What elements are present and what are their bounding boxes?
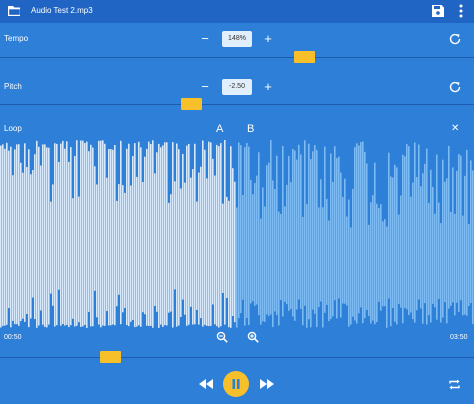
pitch-value-field[interactable]: -2.50 bbox=[222, 79, 252, 95]
play-pause-button[interactable] bbox=[223, 371, 249, 397]
zoom-out-icon[interactable] bbox=[216, 331, 228, 343]
folder-open-icon[interactable] bbox=[8, 5, 21, 17]
pitch-slider-track[interactable] bbox=[0, 104, 474, 105]
seek-slider-thumb[interactable] bbox=[100, 351, 121, 363]
loop-close-icon[interactable]: ✕ bbox=[451, 123, 459, 135]
tempo-value-field[interactable]: 148% bbox=[222, 31, 252, 47]
tempo-reset-icon[interactable] bbox=[449, 33, 461, 45]
more-vert-icon[interactable] bbox=[459, 4, 463, 18]
pitch-reset-icon[interactable] bbox=[449, 81, 461, 93]
pause-icon bbox=[232, 379, 240, 389]
rewind-icon[interactable] bbox=[198, 378, 214, 390]
tempo-label: Tempo bbox=[4, 34, 29, 43]
tempo-increase-button[interactable]: + bbox=[261, 32, 275, 46]
loop-label: Loop bbox=[4, 124, 22, 133]
pitch-decrease-button[interactable]: − bbox=[198, 80, 212, 94]
pitch-slider-thumb[interactable] bbox=[181, 98, 202, 110]
save-icon[interactable] bbox=[432, 5, 444, 17]
loop-marker-b[interactable]: B bbox=[247, 123, 254, 136]
total-time: 03:50 bbox=[450, 334, 468, 341]
waveform-display[interactable] bbox=[0, 140, 474, 328]
zoom-in-icon[interactable] bbox=[247, 331, 259, 343]
repeat-icon[interactable] bbox=[448, 378, 461, 391]
current-time: 00:50 bbox=[4, 334, 22, 341]
pitch-increase-button[interactable]: + bbox=[261, 80, 275, 94]
pitch-label: Pitch bbox=[4, 82, 22, 91]
seek-slider-track[interactable] bbox=[0, 357, 474, 358]
loop-marker-a[interactable]: A bbox=[216, 123, 223, 136]
tempo-decrease-button[interactable]: − bbox=[198, 32, 212, 46]
tempo-slider-thumb[interactable] bbox=[294, 51, 315, 63]
fast-forward-icon[interactable] bbox=[259, 378, 275, 390]
app-title: Audio Test 2.mp3 bbox=[31, 6, 93, 15]
tempo-slider-track[interactable] bbox=[0, 57, 474, 58]
